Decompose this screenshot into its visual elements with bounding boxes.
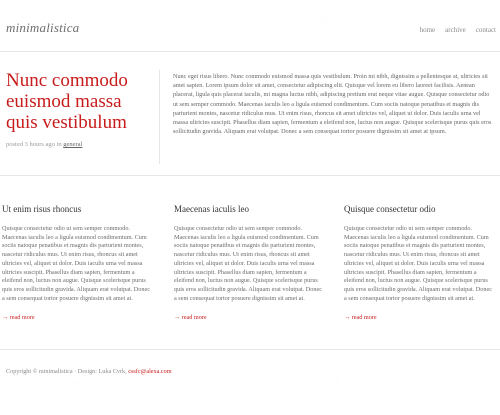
featured-post-title-line-3[interactable]: quis vestibulum xyxy=(6,112,127,133)
post-column-2-title[interactable]: Maecenas iaculis leo xyxy=(174,204,326,214)
post-column-3-read-more-link[interactable]: → read more xyxy=(344,314,377,321)
post-column-3-text: Quisque consectetur odio ut sem semper c… xyxy=(344,225,492,302)
featured-post-divider xyxy=(159,70,160,164)
featured-post-body: Nunc eget risus libero. Nunc commodo eui… xyxy=(173,73,492,136)
post-column-2-read-more-link[interactable]: → read more xyxy=(174,314,207,321)
footer-email-link[interactable]: cssfc@alexa.com xyxy=(128,368,171,375)
post-column-3: Quisque consectetur odio Quisque consect… xyxy=(344,204,496,324)
post-column-3-title[interactable]: Quisque consectetur odio xyxy=(344,204,496,214)
post-column-1-read-more-link[interactable]: → read more xyxy=(2,314,35,321)
featured-post-meta: posted 3 hours ago in general xyxy=(6,141,146,148)
featured-post-meta-prefix: posted 3 hours ago in xyxy=(6,141,62,148)
post-column-2: Maecenas iaculis leo Quisque consectetur… xyxy=(174,204,326,324)
watermark-mark: / / / / xyxy=(69,379,82,391)
featured-post-title-line-1[interactable]: Nunc commodo xyxy=(6,70,128,91)
post-column-1-title[interactable]: Ut enim risus rhoncus xyxy=(2,204,154,214)
featured-post-title-line-2[interactable]: euismod massa xyxy=(6,91,122,112)
top-bar: minimalistica home archive contact xyxy=(0,0,500,52)
featured-post-heading-block: Nunc commodo euismod massa quis vestibul… xyxy=(6,70,146,148)
nav-archive-link[interactable]: archive xyxy=(445,26,466,34)
post-columns: Ut enim risus rhoncus Quisque consectetu… xyxy=(0,176,500,350)
featured-post-category-link[interactable]: general xyxy=(63,141,82,148)
nav-contact-link[interactable]: contact xyxy=(476,26,496,34)
post-column-2-text: Quisque consectetur odio ut sem semper c… xyxy=(174,225,322,302)
footer-copyright: Copyright © minimalistica · Design: Luka… xyxy=(6,368,127,375)
nav-home-link[interactable]: home xyxy=(420,26,436,34)
featured-post-title[interactable]: Nunc commodo euismod massa quis vestibul… xyxy=(6,70,146,133)
page: minimalistica home archive contact Nunc … xyxy=(0,0,500,415)
watermark-mark: / / / / xyxy=(329,377,342,389)
site-logo[interactable]: minimalistica xyxy=(6,20,79,36)
main-navigation: home archive contact xyxy=(420,26,496,34)
featured-post: Nunc commodo euismod massa quis vestibul… xyxy=(0,52,500,176)
post-column-1: Ut enim risus rhoncus Quisque consectetu… xyxy=(2,204,154,324)
post-column-1-text: Quisque consectetur odio ut sem semper c… xyxy=(2,225,150,302)
site-footer: Copyright © minimalistica · Design: Luka… xyxy=(6,368,172,375)
